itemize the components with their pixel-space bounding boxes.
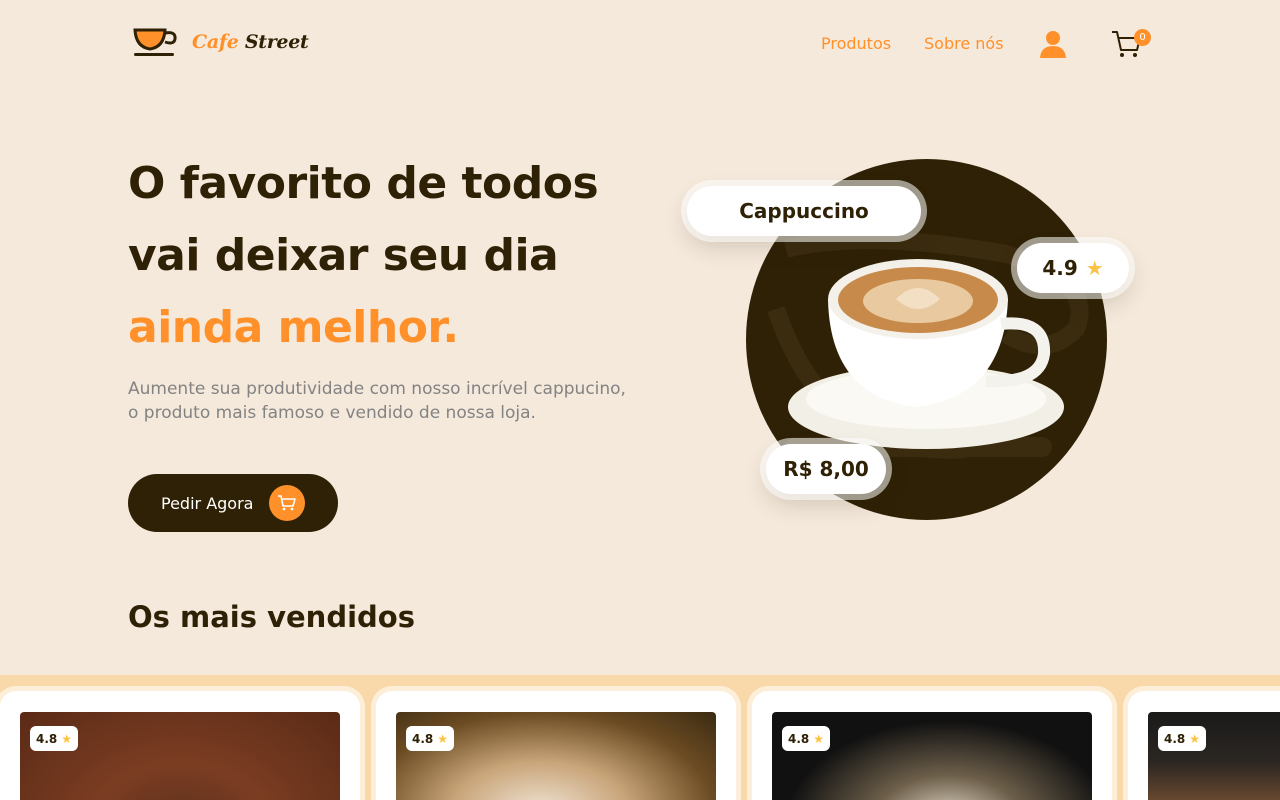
hero-title-highlight: ainda melhor.	[128, 302, 459, 353]
product-card-rating: 4.8 ★	[30, 726, 79, 751]
product-name-pill: Cappuccino	[687, 186, 921, 236]
product-card-rating: 4.8 ★	[1158, 726, 1207, 751]
product-image: 4.8 ★	[1148, 712, 1280, 800]
star-icon: ★	[1085, 256, 1104, 280]
order-now-button[interactable]: Pedir Agora	[128, 474, 338, 532]
rating-value: 4.8	[36, 731, 58, 746]
rating-value: 4.8	[412, 731, 434, 746]
cart-icon	[269, 485, 305, 521]
hero-title-line-1: O favorito de todos	[128, 158, 599, 209]
logo-text: Cafe Street	[192, 31, 309, 53]
cart-count-badge: 0	[1134, 29, 1151, 46]
bestsellers-title: Os mais vendidos	[128, 600, 415, 634]
logo[interactable]: Cafe Street	[132, 24, 309, 60]
product-card[interactable]: 4.8 ★	[376, 691, 736, 800]
hero-title: O favorito de todos vai deixar seu dia a…	[128, 148, 688, 364]
top-nav: Cafe Street Produtos Sobre nós 0	[0, 0, 1280, 90]
rating-value: 4.8	[788, 731, 810, 746]
product-card[interactable]: 4.8 ★	[752, 691, 1112, 800]
product-card-rating: 4.8 ★	[782, 726, 831, 751]
product-card[interactable]: 4.8 ★	[1128, 691, 1280, 800]
order-now-label: Pedir Agora	[161, 493, 254, 513]
nav-link-sobre-nos[interactable]: Sobre nós	[924, 34, 1004, 53]
product-image: 4.8 ★	[772, 712, 1092, 800]
star-icon: ★	[61, 731, 73, 746]
star-icon: ★	[437, 731, 449, 746]
product-rating: 4.9	[1042, 256, 1078, 280]
bestsellers-carousel: 4.8 ★ 4.8 ★ 4.8 ★ 4.8 ★	[0, 675, 1280, 800]
hero-title-line-2: vai deixar seu dia	[128, 230, 559, 281]
product-price: R$ 8,00	[783, 457, 869, 481]
user-icon[interactable]	[1038, 28, 1068, 60]
coffee-cup-logo-icon	[133, 28, 177, 56]
product-card-rating: 4.8 ★	[406, 726, 455, 751]
product-name: Cappuccino	[739, 199, 869, 223]
product-image: 4.8 ★	[20, 712, 340, 800]
rating-value: 4.8	[1164, 731, 1186, 746]
product-card[interactable]: 4.8 ★	[0, 691, 360, 800]
nav-link-produtos[interactable]: Produtos	[821, 34, 891, 53]
star-icon: ★	[1189, 731, 1201, 746]
hero-description: Aumente sua produtividade com nosso incr…	[128, 379, 626, 423]
product-rating-pill: 4.9 ★	[1017, 243, 1129, 293]
product-price-pill: R$ 8,00	[766, 444, 886, 494]
star-icon: ★	[813, 731, 825, 746]
product-image: 4.8 ★	[396, 712, 716, 800]
